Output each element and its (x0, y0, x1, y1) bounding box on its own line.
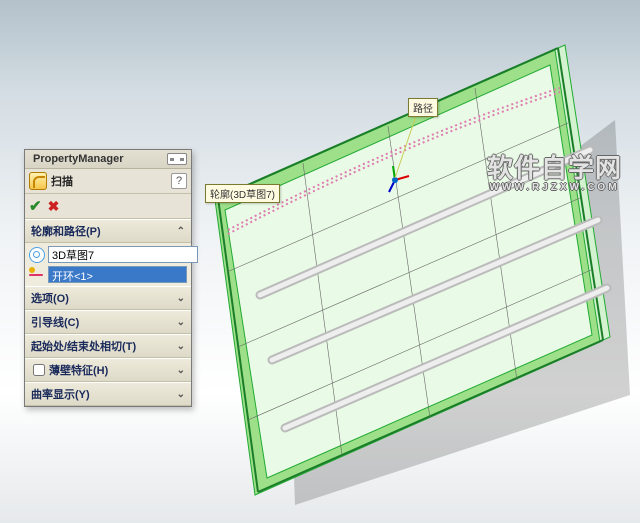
profile-field-row (29, 246, 187, 263)
path-field-row: 开环<1> (29, 266, 187, 283)
section-tangency: 起始处/结束处相切(T) ⌄ (25, 334, 191, 358)
pin-icon[interactable] (167, 153, 187, 165)
section-thin-title: 薄壁特征(H) (49, 362, 108, 378)
section-thin-header[interactable]: 薄壁特征(H) ⌄ (25, 359, 191, 382)
section-tangency-header[interactable]: 起始处/结束处相切(T) ⌄ (25, 335, 191, 358)
sweep-icon (29, 172, 47, 190)
property-manager-title: PropertyManager (33, 153, 123, 165)
chevron-down-icon: ⌄ (177, 317, 185, 328)
section-tangency-title: 起始处/结束处相切(T) (31, 338, 136, 354)
chevron-down-icon: ⌄ (177, 365, 185, 376)
section-curvature: 曲率显示(Y) ⌄ (25, 382, 191, 406)
section-curvature-header[interactable]: 曲率显示(Y) ⌄ (25, 383, 191, 406)
profile-icon (29, 247, 45, 263)
profile-input[interactable] (48, 246, 198, 263)
section-options: 选项(O) ⌄ (25, 286, 191, 310)
section-guides: 引导线(C) ⌄ (25, 310, 191, 334)
thin-checkbox[interactable] (33, 364, 45, 376)
ok-button[interactable]: ✔ (29, 197, 42, 215)
path-value[interactable]: 开环<1> (48, 266, 187, 283)
chevron-up-icon: ⌃ (177, 226, 185, 237)
section-guides-title: 引导线(C) (31, 314, 79, 330)
confirm-bar: ✔ ✖ (25, 194, 191, 219)
chevron-down-icon: ⌄ (177, 341, 185, 352)
feature-header: 扫描 ? (25, 169, 191, 194)
property-manager-panel: PropertyManager 扫描 ? ✔ ✖ 轮廓和路径(P) ⌃ 开环<1… (24, 149, 192, 407)
section-guides-header[interactable]: 引导线(C) ⌄ (25, 311, 191, 334)
cancel-button[interactable]: ✖ (48, 198, 60, 215)
section-curvature-title: 曲率显示(Y) (31, 386, 90, 402)
chevron-down-icon: ⌄ (177, 389, 185, 400)
path-icon (29, 267, 45, 283)
chevron-down-icon: ⌄ (177, 293, 185, 304)
feature-label: 扫描 (51, 173, 167, 189)
section-options-title: 选项(O) (31, 290, 69, 306)
section-thin: 薄壁特征(H) ⌄ (25, 358, 191, 382)
section-profile-path-title: 轮廓和路径(P) (31, 223, 101, 239)
property-manager-title-bar: PropertyManager (25, 150, 191, 169)
section-profile-path: 轮廓和路径(P) ⌃ 开环<1> (25, 219, 191, 286)
help-button[interactable]: ? (171, 173, 187, 189)
section-options-header[interactable]: 选项(O) ⌄ (25, 287, 191, 310)
section-profile-path-header[interactable]: 轮廓和路径(P) ⌃ (25, 220, 191, 243)
